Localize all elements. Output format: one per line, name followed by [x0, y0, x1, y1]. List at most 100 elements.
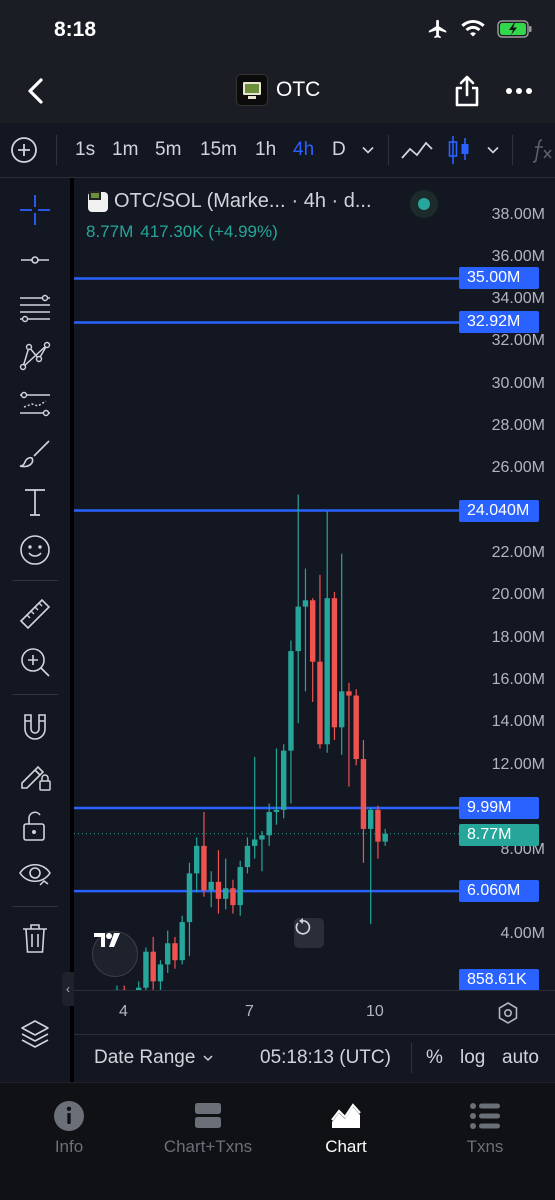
date-range-chevron-icon[interactable]	[202, 1052, 214, 1064]
crosshair-tool[interactable]	[17, 192, 53, 228]
timeframe-toolbar: 1s 1m 5m 15m 1h 4h D	[0, 123, 555, 178]
horizontal-line-tool[interactable]	[17, 242, 53, 278]
back-button[interactable]	[22, 76, 52, 106]
chart-icon	[331, 1103, 361, 1128]
object-tree-tool[interactable]	[17, 1016, 53, 1052]
candle-body	[360, 759, 367, 829]
timeframe-15m[interactable]: 15m	[200, 139, 237, 161]
candle-body	[194, 845, 200, 874]
stay-in-drawing-mode-tool[interactable]	[17, 758, 53, 794]
price-scale-label: 28.00M	[491, 417, 545, 434]
date-range-button[interactable]: Date Range	[94, 1047, 195, 1069]
tab-chart[interactable]: Chart	[291, 1101, 401, 1157]
volume-tag: 858.61K	[459, 969, 539, 990]
last-price-tag: 8.77M	[459, 824, 539, 846]
price-scale-label: 16.00M	[491, 671, 545, 688]
hline-price-tag[interactable]: 9.99M	[459, 797, 539, 819]
chart-settings-icon[interactable]	[496, 1001, 520, 1025]
candle-body	[215, 881, 222, 899]
timeframe-5m[interactable]: 5m	[155, 139, 181, 161]
pencil-lock-icon	[21, 765, 51, 791]
candle-body	[331, 598, 338, 728]
price-scale-label: 30.00M	[491, 375, 545, 392]
stat-price: 8.77M	[86, 222, 134, 241]
candlestick-chart-type-icon[interactable]	[447, 134, 471, 166]
price-scale-label: 14.00M	[491, 713, 545, 730]
price-scale-label: 4.00M	[500, 925, 545, 942]
candle-body	[244, 845, 251, 868]
candle-body	[150, 951, 156, 982]
candle-body	[165, 943, 171, 965]
timeframe-d[interactable]: D	[332, 139, 346, 161]
add-indicator-button[interactable]	[10, 136, 38, 164]
log-toggle[interactable]: log	[460, 1047, 485, 1069]
chart-type-dropdown-chevron-icon[interactable]	[486, 143, 500, 157]
wifi-icon	[461, 19, 485, 37]
hline-price-tag[interactable]: 35.00M	[459, 267, 539, 289]
text-tool[interactable]	[17, 484, 53, 520]
reset-chart-button[interactable]	[294, 918, 324, 948]
timeframe-1h[interactable]: 1h	[255, 139, 276, 161]
collapse-toolbar-chevron-icon[interactable]: ‹	[62, 972, 74, 1006]
time-axis-label: 10	[366, 1003, 384, 1020]
battery-charging-icon	[497, 20, 532, 38]
candlestick-chart[interactable]	[74, 178, 555, 990]
tab-chart-txns[interactable]: Chart+Txns	[153, 1101, 263, 1157]
emoji-tool[interactable]	[17, 532, 53, 568]
timeframe-1s[interactable]: 1s	[75, 139, 95, 161]
more-options-button[interactable]	[503, 80, 535, 102]
split-view-icon	[195, 1103, 221, 1128]
timeframe-1m[interactable]: 1m	[112, 139, 138, 161]
candle-body	[259, 835, 265, 840]
line-chart-type-icon[interactable]	[400, 136, 434, 164]
magnet-tool[interactable]	[17, 710, 53, 746]
magnet-icon	[24, 714, 46, 740]
status-icons	[427, 18, 533, 40]
token-logo	[236, 74, 268, 106]
candle-body	[310, 600, 316, 662]
hide-drawings-tool[interactable]	[17, 856, 53, 892]
tab-txns[interactable]: Txns	[430, 1101, 540, 1157]
timeframe-4h[interactable]: 4h	[293, 139, 314, 161]
timeframe-dropdown-chevron-icon[interactable]	[361, 143, 375, 157]
text-icon	[25, 489, 45, 516]
token-title: OTC	[236, 74, 320, 106]
info-icon	[54, 1101, 84, 1131]
time-axis[interactable]: 4 7 10	[74, 990, 555, 1034]
pattern-tool[interactable]	[17, 338, 53, 374]
smiley-icon	[20, 535, 50, 565]
candle-body	[375, 809, 381, 842]
price-scale-label: 26.00M	[491, 459, 545, 476]
chart-bottom-toolbar: Date Range 05:18:13 (UTC) % log auto	[74, 1034, 555, 1082]
measure-tool[interactable]	[17, 596, 53, 632]
share-button[interactable]	[452, 74, 482, 108]
auto-scale-toggle[interactable]: auto	[502, 1047, 539, 1069]
lock-drawings-tool[interactable]	[17, 808, 53, 844]
candle-body	[223, 888, 229, 899]
time-axis-label: 7	[245, 1003, 254, 1020]
indicators-fx-icon[interactable]	[530, 136, 555, 164]
chart-symbol[interactable]: OTC/SOL (Marke...	[114, 190, 286, 213]
symbol-logo	[88, 191, 108, 212]
tab-label: Chart	[325, 1137, 367, 1156]
chart-pane[interactable]: OTC/SOL (Marke... · 4h · d... 8.77M 417.…	[74, 178, 555, 990]
fib-retracement-tool[interactable]	[17, 290, 53, 326]
tab-info[interactable]: Info	[14, 1101, 124, 1157]
candle-body	[179, 922, 185, 961]
candle-body	[382, 833, 388, 842]
hline-price-tag[interactable]: 24.040M	[459, 500, 539, 522]
utc-clock[interactable]: 05:18:13 (UTC)	[260, 1047, 391, 1069]
prediction-tool[interactable]	[17, 386, 53, 422]
price-scale-label: 36.00M	[491, 248, 545, 265]
hline-price-tag[interactable]: 6.060M	[459, 880, 539, 902]
tradingview-logo[interactable]	[92, 931, 138, 977]
pattern-icon	[19, 341, 51, 371]
percent-toggle[interactable]: %	[426, 1047, 443, 1069]
brush-tool[interactable]	[17, 436, 53, 472]
zoom-tool[interactable]	[17, 644, 53, 680]
hline-price-tag[interactable]: 32.92M	[459, 311, 539, 333]
airplane-icon	[428, 19, 447, 39]
remove-drawings-tool[interactable]	[17, 920, 53, 956]
zoom-in-icon	[21, 648, 50, 677]
market-status-indicator[interactable]	[410, 190, 438, 218]
